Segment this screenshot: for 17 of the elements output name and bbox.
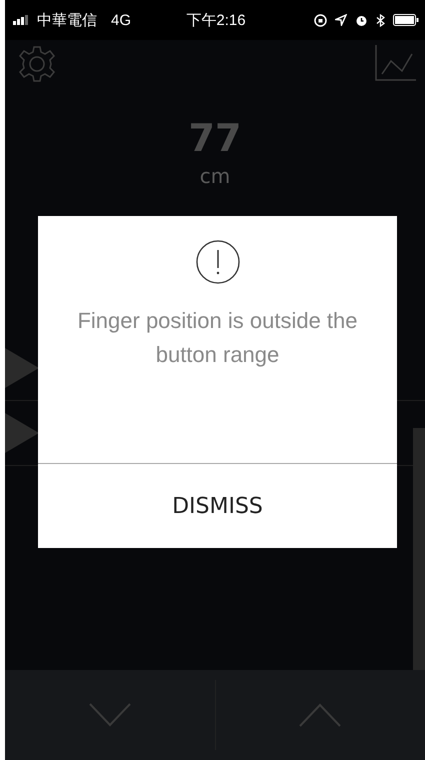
line-chart-icon[interactable] — [375, 44, 417, 82]
location-icon — [334, 14, 347, 26]
clock-time: 下午2:16 — [186, 10, 246, 30]
bluetooth-icon — [376, 14, 385, 26]
alert-icon — [196, 240, 240, 284]
alert-message: Finger position is outside the button range — [76, 307, 359, 369]
network-type: 4G — [111, 12, 132, 28]
chevron-down-icon — [88, 703, 131, 727]
settings-icon[interactable] — [17, 44, 57, 84]
alarm-icon — [354, 14, 368, 26]
distance-value: 77 — [188, 115, 242, 162]
battery-icon — [392, 14, 419, 26]
signal-icon — [13, 15, 31, 25]
carrier-name: 中華電信 — [37, 10, 97, 30]
rotation-lock-icon — [314, 14, 327, 26]
chevron-up-icon — [299, 703, 342, 727]
distance-unit: cm — [200, 164, 230, 188]
